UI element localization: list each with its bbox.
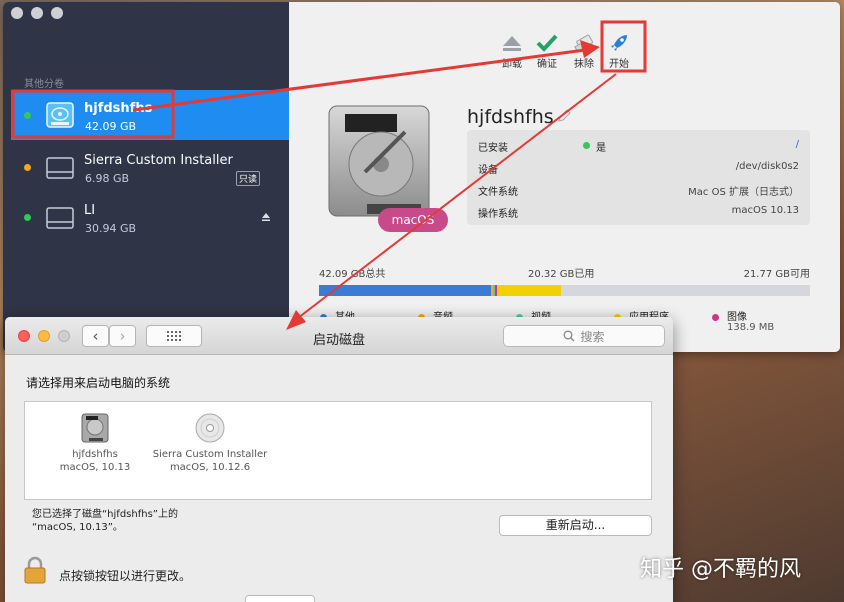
content-pane: 卸载 确证 抹除 开始 macOS hjfdshfhs 已安装 是 / 设备 /… [289,2,840,352]
help-button[interactable] [245,595,315,602]
optical-disc-icon [195,413,225,443]
startup-disk-item[interactable]: Sierra Custom Installer macOS, 10.12.6 [145,412,275,474]
volume-size: 30.94 GB [85,222,137,235]
sidebar-item-li[interactable]: LI 30.94 GB [11,192,289,242]
info-value: Mac OS 扩展（日志式） [688,187,799,198]
usage-used: 20.32 GB已用 [528,269,595,280]
lock-icon[interactable] [24,556,46,584]
close-button[interactable] [11,7,23,19]
sidebar-section-label: 其他分卷 [24,79,64,90]
startup-disk-os: macOS, 10.13 [59,462,131,473]
status-dot [24,164,31,171]
legend-images-size: 138.9 MB [727,322,775,333]
eject-icon[interactable] [261,212,271,222]
startup-disk-name: Sierra Custom Installer [152,449,268,460]
erase-label: 抹除 [574,59,594,70]
info-key: 操作系统 [478,209,518,220]
external-disk-icon [46,157,74,179]
info-value: /dev/disk0s2 [735,161,799,172]
disk-title: hjfdshfhs [467,106,554,128]
minimize-button[interactable] [31,7,43,19]
sidebar-item-sierra-installer[interactable]: Sierra Custom Installer 6.98 GB 只读 [11,142,289,192]
volume-name: hjfdshfhs [84,101,153,116]
info-table: 已安装 是 / 设备 /dev/disk0s2 文件系统 Mac OS 扩展（日… [467,130,810,225]
start-button[interactable]: 开始 [599,28,639,70]
sidebar: 其他分卷 hjfdshfhs 42.09 GB Sierra Custom In… [3,2,289,352]
startup-disk-name: hjfdshfhs [72,449,118,460]
info-row-filesystem: 文件系统 Mac OS 扩展（日志式） [467,178,810,200]
search-placeholder: 搜索 [580,329,605,344]
disk-utility-window: 其他分卷 hjfdshfhs 42.09 GB Sierra Custom In… [3,2,840,352]
eraser-icon [564,28,604,54]
edit-icon[interactable] [557,109,571,123]
status-dot [24,112,31,119]
section-heading: 请选择用来启动电脑的系统 [26,376,171,390]
startup-disk-list: hjfdshfhs macOS, 10.13 Sierra Custom Ins… [24,401,652,500]
startup-disk-os: macOS, 10.12.6 [169,462,251,473]
info-row-os: 操作系统 macOS 10.13 [467,200,810,222]
search-icon [564,330,575,342]
volume-size: 42.09 GB [85,120,137,133]
usage-bar [319,285,810,296]
usage-total: 42.09 GB总共 [319,269,386,280]
legend-images: 图像 [712,308,747,323]
volume-size: 6.98 GB [85,172,130,185]
hard-drive-icon [81,413,109,443]
selection-note-line: “macOS, 10.13”。 [32,522,123,533]
volume-name: Sierra Custom Installer [84,153,233,168]
hard-disk-icon [46,102,74,128]
usage-free: 21.77 GB可用 [743,269,810,280]
info-row-device: 设备 /dev/disk0s2 [467,156,810,178]
search-input[interactable]: 搜索 [503,325,665,347]
startup-disk-item[interactable]: hjfdshfhs macOS, 10.13 [35,412,155,474]
rocket-icon [599,28,639,54]
info-value: macOS 10.13 [731,205,799,216]
info-key: 设备 [478,165,498,176]
status-dot [24,214,31,221]
eject-icon [492,28,532,54]
usage-segment-other [319,285,491,296]
info-key: 文件系统 [478,187,518,198]
start-label: 开始 [609,59,629,70]
os-label-badge: macOS [378,208,448,232]
mount-point-link[interactable]: / [796,139,799,150]
external-disk-icon [46,207,74,229]
lock-hint: 点按锁按钮以进行更改。 [59,569,192,583]
read-only-badge: 只读 [236,171,261,186]
usage-labels: 42.09 GB总共 20.32 GB已用 21.77 GB可用 [319,265,810,280]
unmount-button[interactable]: 卸载 [492,28,532,70]
info-key: 已安装 [478,143,508,154]
verify-button[interactable]: 确证 [527,28,567,70]
unmount-label: 卸载 [502,59,522,70]
volume-name: LI [84,203,96,218]
checkmark-icon [527,28,567,54]
selection-note: 您已选择了磁盘“hjfdshfhs”上的 “macOS, 10.13”。 [32,508,252,534]
status-dot [583,142,590,149]
usage-segment-apps [497,285,561,296]
restart-button[interactable]: 重新启动... [499,515,652,536]
startup-disk-window: ‹ › 启动磁盘 搜索 请选择用来启动电脑的系统 hjfdshfhs macOS… [5,317,673,602]
verify-label: 确证 [537,59,557,70]
info-value: 是 [596,143,606,154]
info-row-installed: 已安装 是 / [467,134,810,156]
sidebar-item-hjfdshfhs[interactable]: hjfdshfhs 42.09 GB [11,90,289,140]
selection-note-line: 您已选择了磁盘“hjfdshfhs”上的 [32,509,178,520]
title-bar: ‹ › 启动磁盘 搜索 [5,317,673,355]
watermark: 知乎 @不羁的风 [640,557,801,582]
erase-button[interactable]: 抹除 [564,28,604,70]
zoom-button[interactable] [51,7,63,19]
legend-swatch [712,313,719,321]
